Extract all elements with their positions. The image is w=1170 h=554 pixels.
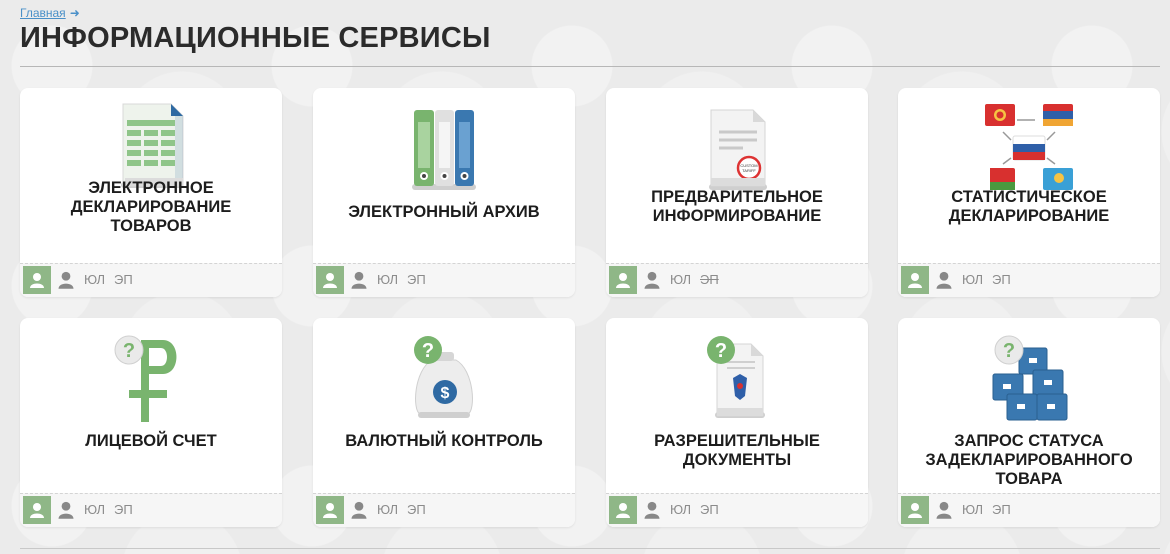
tag-legal-entity: ЮЛ <box>670 272 692 287</box>
tag-legal-entity: ЮЛ <box>84 272 106 287</box>
person-icon <box>30 503 44 518</box>
tag-digital-signature: ЭП <box>407 272 426 287</box>
tag-digital-signature: ЭП <box>992 272 1011 287</box>
tag-legal-entity: ЮЛ <box>377 272 399 287</box>
card-title: ЗАПРОС СТАТУСА ЗАДЕКЛАРИРОВАННОГО ТОВАРА <box>925 432 1133 488</box>
person-grey-icon <box>58 501 74 519</box>
card-footer: ЮЛ ЭП <box>606 493 868 527</box>
tag-digital-signature-disabled: ЭП <box>700 272 719 287</box>
card-footer: ЮЛ ЭП <box>898 263 1160 297</box>
tag-digital-signature: ЭП <box>992 502 1011 517</box>
person-grey-icon <box>936 271 952 289</box>
person-icon <box>908 273 922 288</box>
person-icon <box>908 503 922 518</box>
user-badge-green <box>609 496 637 524</box>
card-footer: ЮЛ ЭП <box>20 263 282 297</box>
tag-legal-entity: ЮЛ <box>962 272 984 287</box>
arrow-right-icon: ➜ <box>69 6 80 20</box>
bottom-divider <box>20 548 1160 549</box>
card-title: ПРЕДВАРИТЕЛЬНОЕ ИНФОРМИРОВАНИЕ <box>651 188 823 225</box>
service-card-statistical-declaration[interactable]: СТАТИСТИЧЕСКОЕ ДЕКЛАРИРОВАНИЕ ЮЛ ЭП <box>898 88 1160 297</box>
tag-legal-entity: ЮЛ <box>670 502 692 517</box>
person-icon <box>323 273 337 288</box>
tag-legal-entity: ЮЛ <box>84 502 106 517</box>
person-grey-icon <box>936 501 952 519</box>
person-icon <box>616 503 630 518</box>
user-badge-green <box>23 496 51 524</box>
tag-digital-signature: ЭП <box>700 502 719 517</box>
breadcrumb[interactable]: Главная ➜ <box>20 6 80 20</box>
person-icon <box>30 273 44 288</box>
person-icon <box>323 503 337 518</box>
card-footer: ЮЛ ЭП <box>898 493 1160 527</box>
card-title: ЛИЦЕВОЙ СЧЕТ <box>85 432 217 450</box>
page-title: ИНФОРМАЦИОННЫЕ СЕРВИСЫ <box>20 22 491 54</box>
service-card-preliminary-info[interactable]: CUSTOM TARIFF ПРЕДВАРИТЕЛЬНОЕ ИНФОРМИРОВ… <box>606 88 868 297</box>
card-title: ЭЛЕКТРОННЫЙ АРХИВ <box>348 203 540 221</box>
user-badge-green <box>901 496 929 524</box>
person-grey-icon <box>58 271 74 289</box>
card-footer: ЮЛ ЭП <box>313 493 575 527</box>
person-grey-icon <box>351 271 367 289</box>
service-card-goods-status-request[interactable]: ? ЗАПРОС СТАТУСА ЗАДЕКЛАРИРОВАННОГО ТОВА… <box>898 318 1160 527</box>
card-title: ВАЛЮТНЫЙ КОНТРОЛЬ <box>345 432 543 450</box>
user-badge-green <box>23 266 51 294</box>
tag-digital-signature: ЭП <box>407 502 426 517</box>
user-badge-green <box>609 266 637 294</box>
person-icon <box>616 273 630 288</box>
card-title: РАЗРЕШИТЕЛЬНЫЕ ДОКУМЕНТЫ <box>654 432 820 469</box>
user-badge-green <box>316 496 344 524</box>
tag-legal-entity: ЮЛ <box>377 502 399 517</box>
person-grey-icon <box>351 501 367 519</box>
service-card-electronic-declaration[interactable]: ЭЛЕКТРОННОЕ ДЕКЛАРИРОВАНИЕ ТОВАРОВ ЮЛ ЭП <box>20 88 282 297</box>
tag-legal-entity: ЮЛ <box>962 502 984 517</box>
card-title: СТАТИСТИЧЕСКОЕ ДЕКЛАРИРОВАНИЕ <box>948 188 1110 225</box>
person-grey-icon <box>644 271 660 289</box>
card-footer: ЮЛ ЭП <box>20 493 282 527</box>
service-card-personal-account[interactable]: ? ЛИЦЕВОЙ СЧЕТ ЮЛ ЭП <box>20 318 282 527</box>
title-divider <box>20 66 1160 67</box>
card-footer: ЮЛ ЭП <box>606 263 868 297</box>
user-badge-green <box>316 266 344 294</box>
tag-digital-signature: ЭП <box>114 272 133 287</box>
breadcrumb-home-link[interactable]: Главная <box>20 6 66 20</box>
service-card-permits[interactable]: ? РАЗРЕШИТЕЛЬНЫЕ ДОКУМЕНТЫ ЮЛ ЭП <box>606 318 868 527</box>
card-title: ЭЛЕКТРОННОЕ ДЕКЛАРИРОВАНИЕ ТОВАРОВ <box>70 178 232 235</box>
service-card-electronic-archive[interactable]: ЭЛЕКТРОННЫЙ АРХИВ ЮЛ ЭП <box>313 88 575 297</box>
tag-digital-signature: ЭП <box>114 502 133 517</box>
user-badge-green <box>901 266 929 294</box>
service-card-currency-control[interactable]: $ ? ВАЛЮТНЫЙ КОНТРОЛЬ ЮЛ ЭП <box>313 318 575 527</box>
person-grey-icon <box>644 501 660 519</box>
card-footer: ЮЛ ЭП <box>313 263 575 297</box>
